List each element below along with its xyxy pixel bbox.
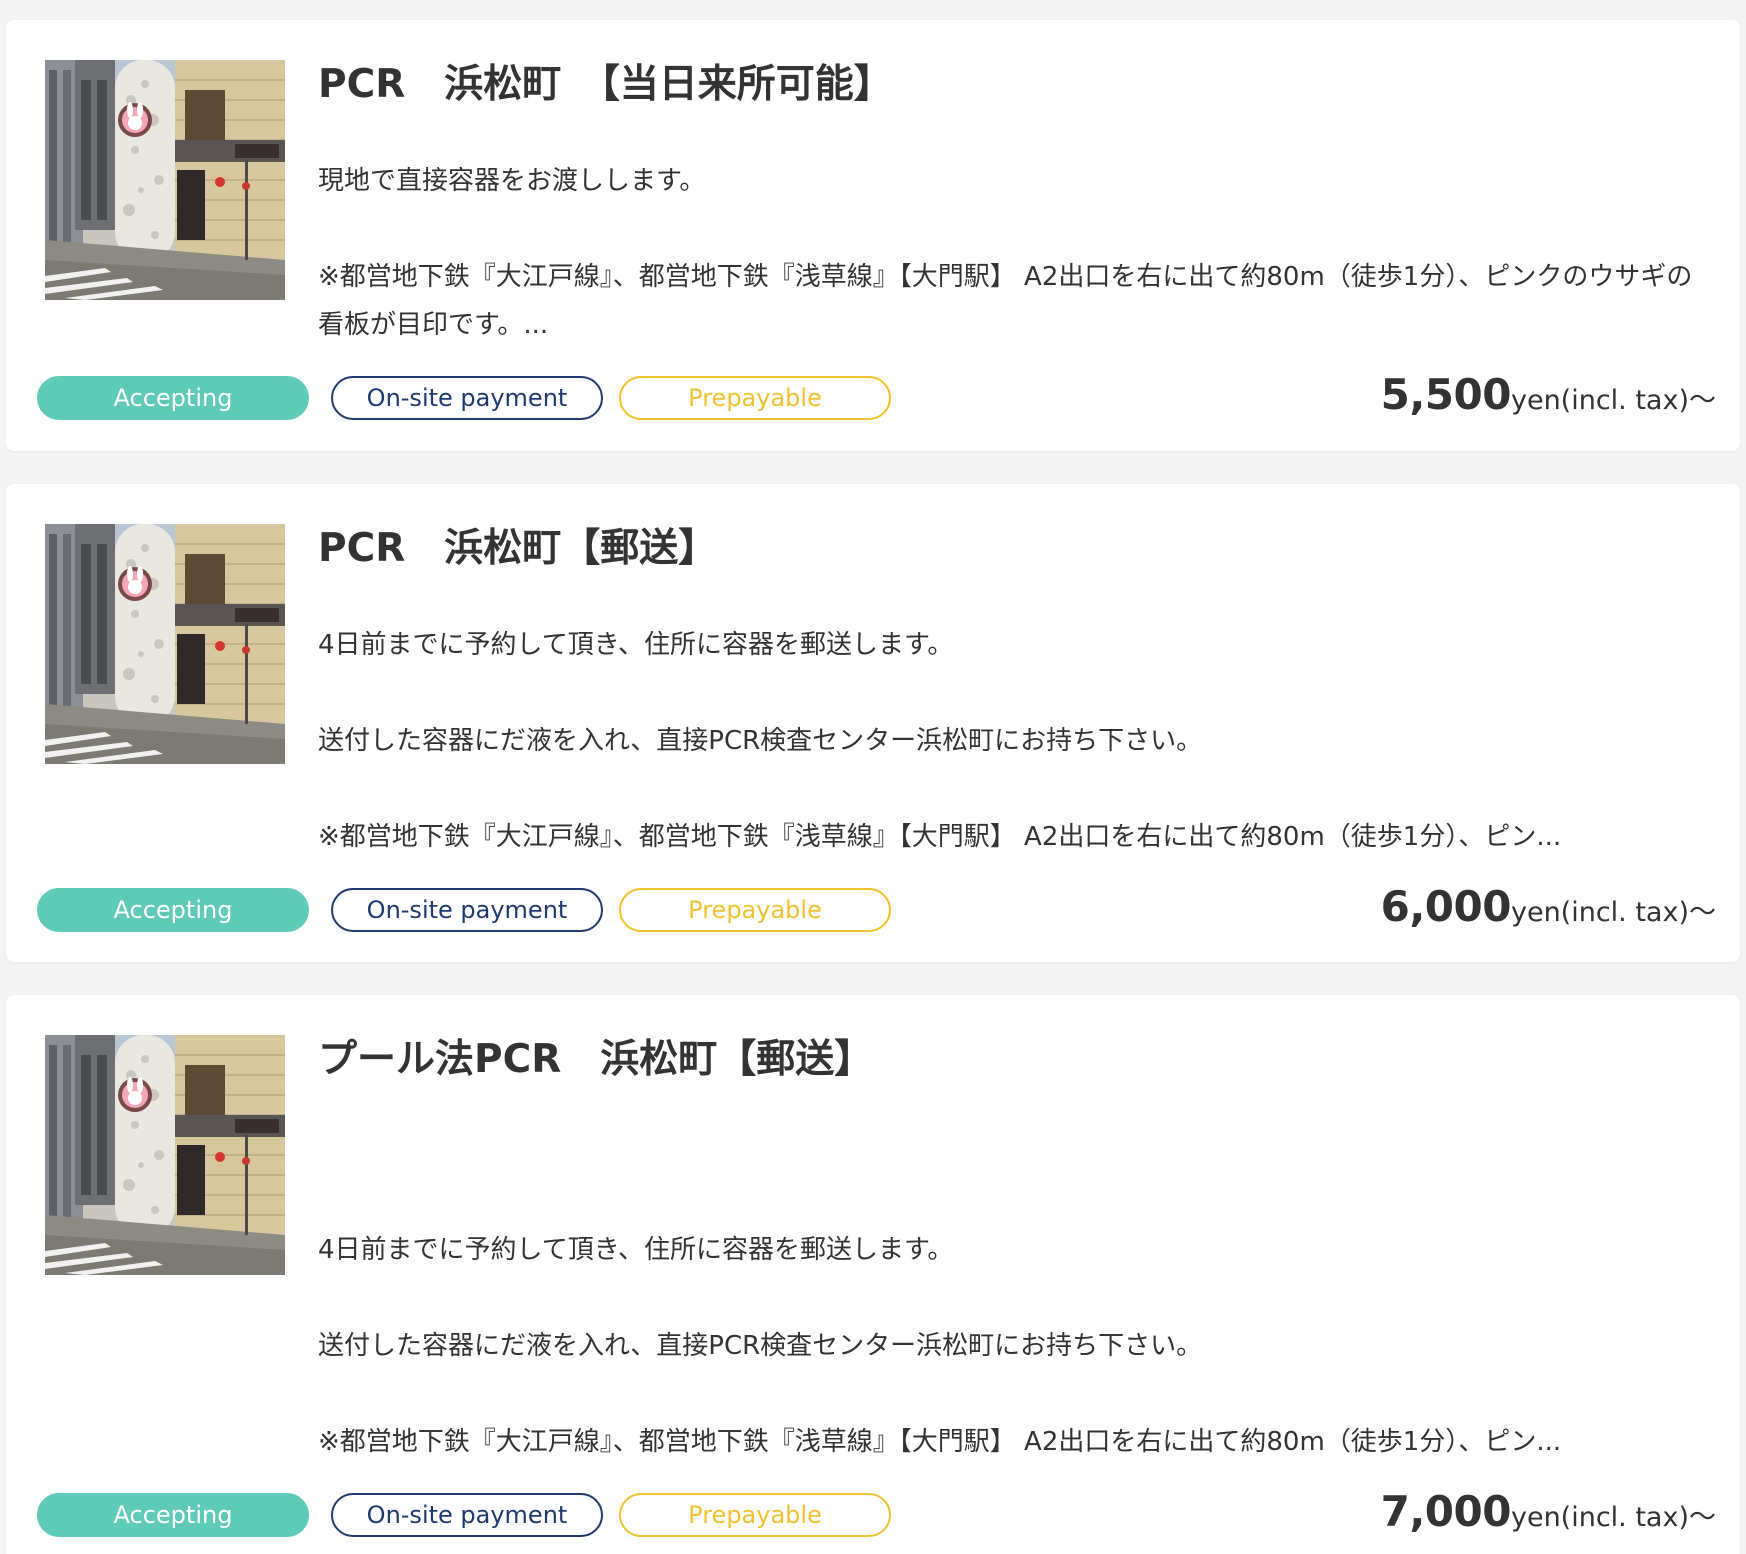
onsite-payment-badge: On-site payment — [331, 376, 603, 420]
product-description: 4日前までに予約して頂き、住所に容器を郵送します。 送付した容器にだ液を入れ、直… — [318, 1226, 1700, 1466]
price-unit: yen(incl. tax)〜 — [1510, 385, 1716, 416]
price: 5,500yen(incl. tax)〜 — [1381, 370, 1716, 419]
description-line: ※都営地下鉄『大江戸線』、都営地下鉄『浅草線』【大門駅】 A2出口を右に出て約8… — [318, 262, 1693, 340]
prepayable-badge: Prepayable — [619, 376, 891, 420]
product-title[interactable]: PCR 浜松町【郵送】 — [318, 526, 717, 573]
price-amount: 7,000 — [1380, 1487, 1512, 1536]
price: 7,000yen(incl. tax)〜 — [1381, 1487, 1716, 1536]
prepayable-badge: Prepayable — [619, 888, 891, 932]
onsite-payment-badge: On-site payment — [331, 1493, 603, 1537]
price-amount: 6,000 — [1380, 882, 1512, 931]
product-image[interactable] — [45, 524, 285, 764]
description-line: ※都営地下鉄『大江戸線』、都営地下鉄『浅草線』【大門駅】 A2出口を右に出て約8… — [318, 1427, 1562, 1457]
price: 6,000yen(incl. tax)〜 — [1381, 882, 1716, 931]
description-line: 送付した容器にだ液を入れ、直接PCR検査センター浜松町にお持ち下さい。 — [318, 726, 1203, 756]
onsite-payment-badge: On-site payment — [331, 888, 603, 932]
product-title[interactable]: プール法PCR 浜松町【郵送】 — [318, 1037, 873, 1084]
price-unit: yen(incl. tax)〜 — [1510, 897, 1716, 928]
description-line: 4日前までに予約して頂き、住所に容器を郵送します。 — [318, 630, 954, 660]
description-line: 送付した容器にだ液を入れ、直接PCR検査センター浜松町にお持ち下さい。 — [318, 1331, 1203, 1361]
product-card[interactable]: PCR 浜松町【郵送】 4日前までに予約して頂き、住所に容器を郵送します。 送付… — [6, 484, 1740, 962]
product-title[interactable]: PCR 浜松町 【当日来所可能】 — [318, 62, 893, 109]
accepting-badge: Accepting — [37, 1493, 309, 1537]
product-image[interactable] — [45, 60, 285, 300]
product-card[interactable]: PCR 浜松町 【当日来所可能】 現地で直接容器をお渡しします。 ※都営地下鉄『… — [6, 20, 1740, 451]
product-card[interactable]: プール法PCR 浜松町【郵送】 4日前までに予約して頂き、住所に容器を郵送します… — [6, 995, 1740, 1554]
product-description: 4日前までに予約して頂き、住所に容器を郵送します。 送付した容器にだ液を入れ、直… — [318, 621, 1700, 861]
accepting-badge: Accepting — [37, 888, 309, 932]
price-unit: yen(incl. tax)〜 — [1510, 1502, 1716, 1533]
product-description: 現地で直接容器をお渡しします。 ※都営地下鉄『大江戸線』、都営地下鉄『浅草線』【… — [318, 157, 1700, 349]
description-line: 現地で直接容器をお渡しします。 — [318, 166, 706, 196]
description-line: ※都営地下鉄『大江戸線』、都営地下鉄『浅草線』【大門駅】 A2出口を右に出て約8… — [318, 822, 1562, 852]
prepayable-badge: Prepayable — [619, 1493, 891, 1537]
product-image[interactable] — [45, 1035, 285, 1275]
price-amount: 5,500 — [1380, 370, 1512, 419]
description-line: 4日前までに予約して頂き、住所に容器を郵送します。 — [318, 1235, 954, 1265]
accepting-badge: Accepting — [37, 376, 309, 420]
